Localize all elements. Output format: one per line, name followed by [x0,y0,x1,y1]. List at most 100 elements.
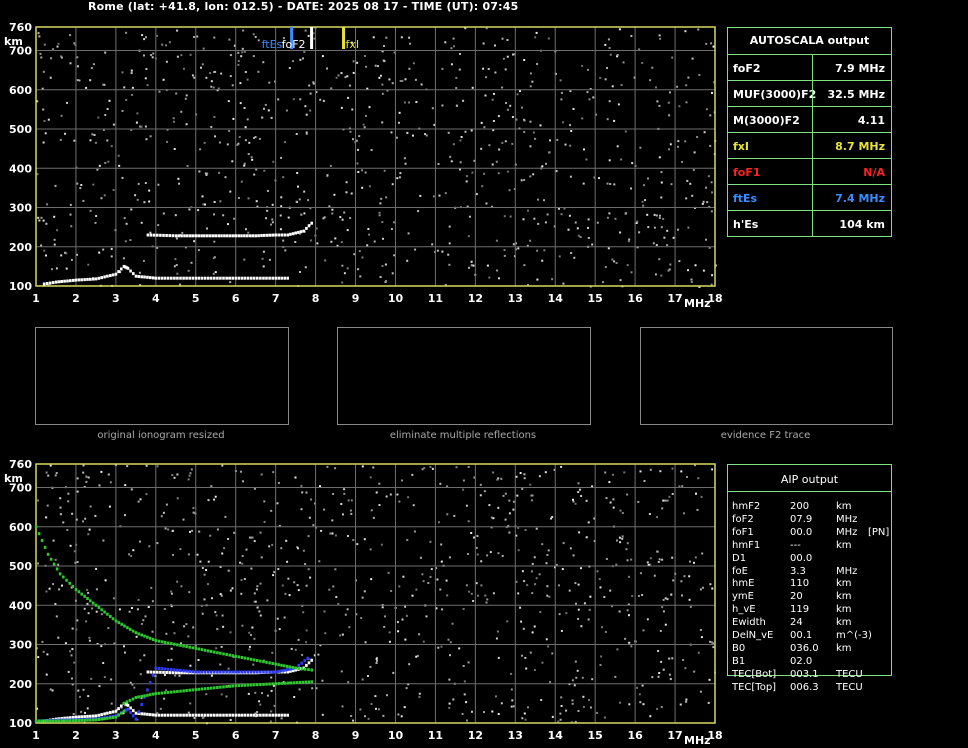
noise-speck [467,466,470,468]
noise-speck [685,101,688,104]
noise-speck [483,490,486,493]
noise-speck [279,214,282,217]
noise-speck [600,655,603,658]
noise-speck [151,56,154,59]
aip-value: 02.0 [790,655,813,667]
trace-point [249,713,253,717]
noise-speck [95,215,98,217]
trace-point [91,718,95,722]
noise-speck [340,241,343,244]
caption-multiple-reflections: eliminate multiple reflections [389,430,537,441]
noise-speck [160,515,163,518]
noise-speck [364,641,367,644]
aip-value: 24 [790,617,803,629]
noise-speck [651,676,654,679]
noise-speck [341,264,344,267]
noise-speck [548,151,551,154]
noise-speck [613,260,616,263]
noise-speck [521,654,523,657]
noise-speck [468,215,471,218]
noise-speck [448,678,451,681]
trace-point [222,276,225,280]
trace-point [80,718,83,722]
noise-speck [207,583,209,586]
noise-speck [524,718,527,721]
noise-speck [470,129,473,132]
noise-speck [544,471,547,474]
noise-speck [135,121,138,124]
trace-point [132,272,135,276]
noise-speck [167,659,170,662]
trace-point [256,659,259,662]
noise-speck [503,254,506,257]
noise-speck [572,500,575,503]
noise-speck [599,76,602,79]
noise-speck [531,631,534,634]
noise-speck [398,585,401,588]
noise-speck [705,108,708,111]
noise-speck [409,42,412,45]
noise-speck [689,182,692,185]
noise-speck [305,131,308,134]
trace-point [180,234,183,238]
noise-speck [241,562,244,565]
noise-speck [163,697,166,700]
noise-speck [656,550,659,553]
noise-speck [707,175,710,178]
noise-speck [653,213,656,216]
noise-speck [307,535,310,538]
noise-speck [567,228,570,231]
noise-speck [668,495,671,498]
trace-point [188,669,191,673]
x-tick-label: 12 [468,292,483,305]
trace-point [208,234,212,238]
autoscala-value: 104 km [839,218,885,231]
aip-row: hmE 110 km [732,578,890,591]
noise-speck [175,92,178,95]
noise-speck [628,238,631,241]
trace-point [140,703,143,706]
trace-point [71,719,75,723]
noise-speck [562,542,565,545]
noise-speck [280,717,283,720]
trace-point [157,691,161,695]
noise-speck [615,563,618,566]
trace-point [209,686,213,690]
noise-speck [381,121,384,124]
noise-speck [413,530,416,533]
noise-speck [251,158,254,161]
trace-point [188,713,191,717]
noise-speck [268,258,271,261]
noise-speck [385,280,388,282]
noise-speck [385,196,388,199]
trace-point [286,713,289,717]
noise-speck [139,673,142,676]
noise-speck [92,63,95,66]
noise-speck [662,610,665,613]
trace-point [307,224,311,228]
noise-speck [253,487,256,490]
noise-speck [45,222,48,225]
noise-speck [61,584,63,587]
noise-speck [711,468,714,471]
trace-point [219,276,222,280]
noise-speck [53,243,56,246]
noise-speck [346,608,349,611]
trace-point [271,276,274,280]
noise-speck [510,705,513,708]
noise-speck [152,52,155,55]
aip-value: 119 [790,604,810,616]
noise-speck [644,199,646,202]
noise-speck [618,610,621,613]
noise-speck [503,249,506,251]
noise-speck [125,222,128,225]
noise-speck [624,130,627,133]
noise-speck [334,237,337,240]
noise-speck [458,68,461,71]
aip-unit: TECU [836,668,863,680]
noise-speck [472,264,475,267]
noise-speck [193,240,196,243]
noise-speck [583,148,585,151]
noise-speck [253,173,256,176]
noise-speck [712,45,715,48]
